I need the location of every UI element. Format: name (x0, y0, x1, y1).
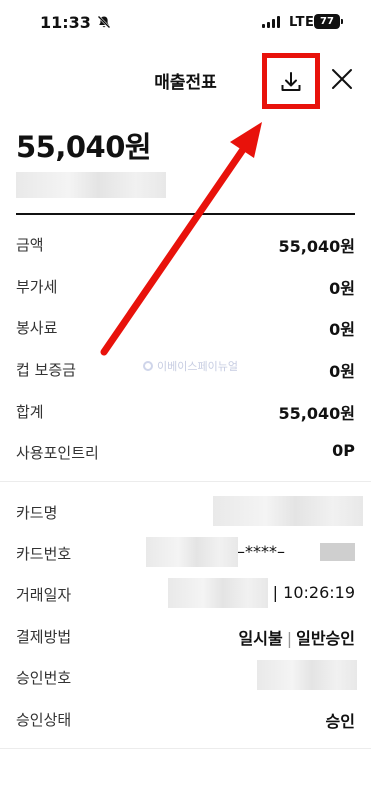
row-value: 0원 (329, 362, 355, 381)
row-label: 부가세 (16, 278, 58, 296)
row-label: 거래일자 (16, 586, 72, 604)
download-highlight-box (262, 53, 320, 109)
redacted-date (168, 578, 268, 608)
approval-status-row: 승인상태 승인 (16, 707, 355, 731)
installment-type: 일시불 (238, 629, 283, 648)
amount-row: 합계 55,040원 (16, 399, 355, 423)
close-button[interactable] (327, 64, 357, 94)
row-label: 합계 (16, 403, 44, 421)
row-value: 0원 (329, 279, 355, 298)
redacted-card-name (213, 496, 363, 526)
payment-method-row: 결제방법 일시불 | 일반승인 (16, 624, 355, 648)
row-label: 결제방법 (16, 628, 72, 646)
watermark-logo-icon (143, 361, 153, 371)
watermark-text: 이베이스페이뉴얼 (157, 360, 238, 373)
close-icon (332, 69, 352, 89)
transaction-time: | 10:26:19 (272, 583, 355, 602)
status-time: 11:33 (40, 13, 91, 32)
row-label: 봉사료 (16, 319, 58, 337)
row-label: 카드번호 (16, 545, 72, 563)
redacted-card-prefix (146, 537, 238, 567)
redacted-merchant (16, 172, 166, 198)
payment-method-value: 일시불 | 일반승인 (238, 629, 355, 648)
row-value: 0P (332, 441, 355, 460)
download-icon (281, 72, 301, 91)
row-value: 55,040원 (278, 404, 355, 423)
row-value: 55,040원 (278, 237, 355, 256)
amount-row: 금액 55,040원 (16, 232, 355, 256)
battery-icon: 77 (314, 14, 343, 29)
row-label: 사용포인트리 (16, 444, 99, 462)
bell-off-icon (97, 15, 111, 29)
divider (16, 213, 355, 215)
network-type: LTE (289, 15, 315, 30)
row-label: 금액 (16, 236, 44, 254)
redacted-approval-number (257, 660, 357, 690)
amount-row: 봉사료 0원 (16, 315, 355, 339)
divider (0, 481, 371, 482)
download-button[interactable] (275, 66, 307, 98)
approval-type: 일반승인 (296, 629, 355, 648)
status-bar: 11:33 LTE 77 (0, 0, 371, 48)
row-value: 승인 (325, 712, 355, 731)
watermark: 이베이스페이뉴얼 (143, 358, 238, 374)
row-label: 카드명 (16, 504, 58, 522)
row-value: 0원 (329, 320, 355, 339)
divider (0, 748, 371, 749)
cellular-signal-icon (262, 16, 282, 28)
row-label: 승인번호 (16, 669, 72, 687)
total-amount: 55,040원 (16, 130, 152, 164)
row-label: 컵 보증금 (16, 361, 76, 379)
row-label: 승인상태 (16, 711, 72, 729)
redacted-card-suffix (320, 543, 355, 561)
amount-row: 부가세 0원 (16, 274, 355, 298)
amount-row: 사용포인트리 0P (16, 440, 355, 464)
